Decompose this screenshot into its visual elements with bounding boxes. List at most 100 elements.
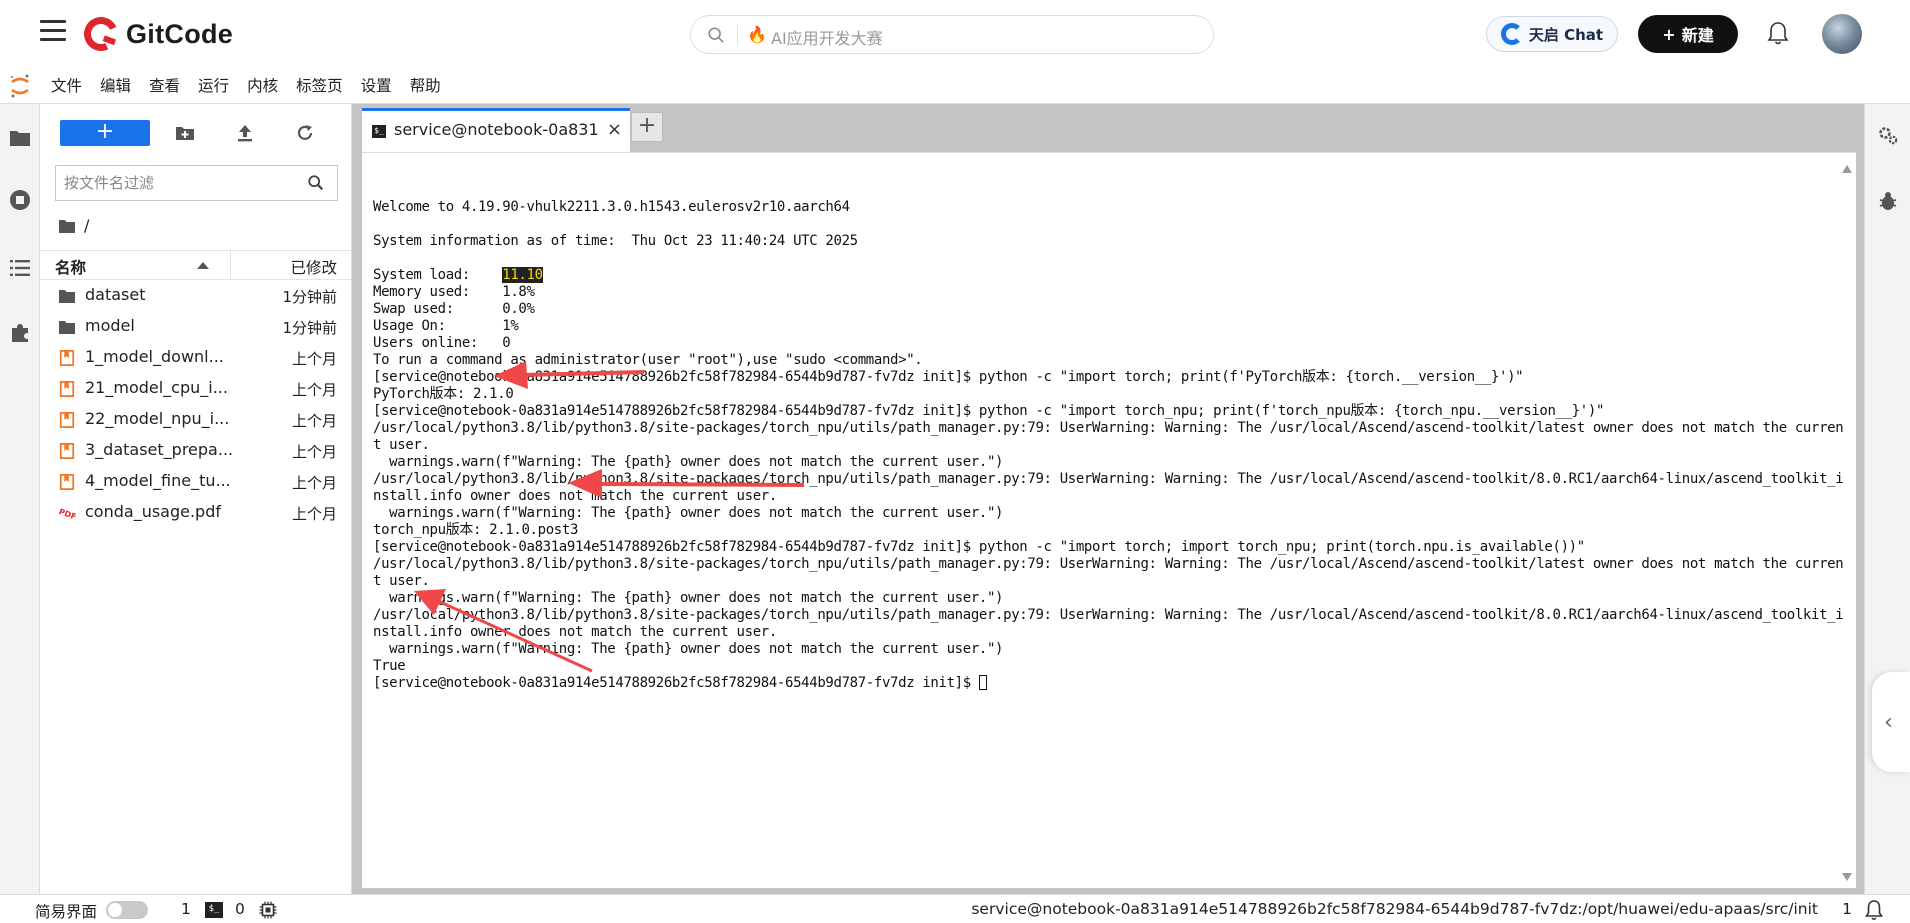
gitcode-logo-mark: [79, 12, 123, 56]
menu-help[interactable]: 帮助: [401, 68, 450, 104]
terminal-warning: /usr/local/python3.8/lib/python3.8/site-…: [373, 556, 1844, 572]
list-item[interactable]: model 1分钟前: [40, 311, 351, 342]
tianqi-chat-button[interactable]: 天启 Chat: [1486, 16, 1618, 52]
hamburger-menu-icon[interactable]: [40, 20, 66, 44]
new-launcher-button[interactable]: +: [60, 120, 150, 146]
terminal-scrollbar[interactable]: [1840, 157, 1854, 885]
terminal-warning: /usr/local/python3.8/lib/python3.8/site-…: [373, 471, 1844, 487]
list-item[interactable]: dataset 1分钟前: [40, 280, 351, 311]
user-avatar[interactable]: [1822, 14, 1862, 54]
menu-edit[interactable]: 编辑: [91, 68, 140, 104]
new-folder-icon[interactable]: [174, 122, 196, 144]
right-activity-bar: [1864, 104, 1910, 894]
file-modified: 上个月: [291, 381, 337, 399]
terminal-icon: $_: [372, 125, 386, 138]
notification-bell-icon[interactable]: [1864, 899, 1884, 921]
file-browser-panel: + / 名称 已修改 dataset 1分钟前 model 1分钟前 1_mod…: [40, 104, 352, 894]
folder-icon: [59, 290, 75, 303]
menu-items: 文件 编辑 查看 运行 内核 标签页 设置 帮助: [42, 68, 450, 104]
scroll-up-arrow-icon[interactable]: [1842, 165, 1852, 173]
file-modified: 上个月: [291, 350, 337, 368]
table-of-contents-icon[interactable]: [8, 256, 32, 280]
file-list: dataset 1分钟前 model 1分钟前 1_model_downl...…: [40, 280, 351, 528]
file-modified: 上个月: [291, 412, 337, 430]
notification-bell-icon[interactable]: [1766, 20, 1790, 46]
menu-file[interactable]: 文件: [42, 68, 91, 104]
refresh-icon[interactable]: [294, 122, 316, 144]
list-item[interactable]: PDF conda_usage.pdf 上个月: [40, 497, 351, 528]
menu-run[interactable]: 运行: [189, 68, 238, 104]
running-terminals-count[interactable]: 1: [181, 900, 191, 918]
site-search-input[interactable]: 🔥 AI应用开发大赛: [690, 15, 1214, 54]
file-name: 1_model_downl...: [85, 347, 224, 366]
left-activity-bar: [0, 104, 40, 894]
list-item[interactable]: 21_model_cpu_i... 上个月: [40, 373, 351, 404]
terminal-warning: nstall.info owner does not match the cur…: [373, 488, 777, 504]
load-label: System load:: [373, 267, 503, 283]
file-name: 4_model_fine_tu...: [85, 471, 231, 490]
close-icon[interactable]: ×: [607, 119, 622, 140]
file-name: model: [85, 316, 135, 335]
property-inspector-gears-icon[interactable]: [1877, 124, 1899, 146]
add-tab-button[interactable]: +: [631, 112, 663, 142]
running-kernels-count[interactable]: 0: [235, 900, 245, 918]
search-icon[interactable]: [307, 174, 325, 192]
search-placeholder: AI应用开发大赛: [771, 29, 883, 48]
list-item[interactable]: 3_dataset_prepa... 上个月: [40, 435, 351, 466]
terminal-output-torch-npu-version: torch_npu版本: 2.1.0.post3: [373, 522, 579, 538]
terminal-command: [service@notebook-0a831a914e514788926b2f…: [373, 369, 1524, 385]
running-sessions-icon[interactable]: [8, 188, 32, 212]
menu-kernel[interactable]: 内核: [238, 68, 287, 104]
collapse-panel-button[interactable]: ‹: [1872, 672, 1910, 772]
file-name: conda_usage.pdf: [85, 502, 221, 521]
list-item[interactable]: 1_model_downl... 上个月: [40, 342, 351, 373]
terminal-output[interactable]: Welcome to 4.19.90-vhulk2211.3.0.h1543.e…: [373, 199, 1844, 692]
gitcode-logo[interactable]: GitCode: [79, 12, 234, 56]
terminal-warning: t user.: [373, 437, 430, 453]
terminal-warning: warnings.warn(f"Warning: The {path} owne…: [373, 454, 1004, 470]
list-item[interactable]: 4_model_fine_tu... 上个月: [40, 466, 351, 497]
terminal-warning: /usr/local/python3.8/lib/python3.8/site-…: [373, 420, 1844, 436]
terminal-warning: warnings.warn(f"Warning: The {path} owne…: [373, 505, 1004, 521]
terminal-line: Swap used: 0.0%: [373, 301, 535, 317]
file-modified: 上个月: [291, 474, 337, 492]
terminal-line: System load: 11.10: [373, 267, 1833, 284]
pdf-file-icon: PDF: [58, 507, 76, 521]
column-modified-header[interactable]: 已修改: [290, 256, 337, 278]
chat-logo-icon: [1500, 23, 1523, 45]
menu-settings[interactable]: 设置: [352, 68, 401, 104]
simple-mode-toggle[interactable]: [106, 901, 148, 919]
terminal-panel[interactable]: Welcome to 4.19.90-vhulk2211.3.0.h1543.e…: [362, 152, 1856, 888]
file-list-header: 名称 已修改: [40, 250, 351, 280]
notebook-icon: [59, 474, 75, 490]
upload-icon[interactable]: [234, 122, 256, 144]
terminal-warning: nstall.info owner does not match the cur…: [373, 624, 777, 640]
terminal-command: [service@notebook-0a831a914e514788926b2f…: [373, 403, 1605, 419]
file-browser-folder-icon[interactable]: [8, 126, 32, 150]
terminal-icon[interactable]: $_: [205, 902, 223, 918]
chat-button-label: 天启 Chat: [1528, 25, 1604, 44]
kernel-status-icon[interactable]: [259, 901, 277, 919]
terminal-line: Usage On: 1%: [373, 318, 519, 334]
terminal-cursor: [978, 675, 987, 690]
extension-puzzle-icon[interactable]: [8, 320, 32, 344]
notification-count[interactable]: 1: [1842, 900, 1852, 918]
column-name-header[interactable]: 名称: [55, 256, 86, 278]
menu-view[interactable]: 查看: [140, 68, 189, 104]
file-name: 21_model_cpu_i...: [85, 378, 228, 397]
list-item[interactable]: 22_model_npu_i... 上个月: [40, 404, 351, 435]
main-dock-area: $_ service@notebook-0a831a × + Welcome t…: [352, 104, 1864, 894]
new-button[interactable]: + 新建: [1638, 15, 1738, 53]
file-filter-input[interactable]: [56, 166, 286, 200]
debugger-bug-icon[interactable]: [1877, 190, 1899, 212]
scroll-down-arrow-icon[interactable]: [1842, 873, 1852, 881]
file-name: 3_dataset_prepa...: [85, 440, 234, 459]
menu-tabs[interactable]: 标签页: [287, 68, 352, 104]
terminal-output-npu-available: True: [373, 658, 406, 674]
tab-terminal[interactable]: $_ service@notebook-0a831a ×: [362, 108, 630, 152]
logo-text: GitCode: [126, 18, 234, 49]
column-separator[interactable]: [230, 251, 231, 279]
breadcrumb[interactable]: /: [58, 216, 89, 235]
svg-text:PDF: PDF: [58, 507, 76, 521]
file-filter-field[interactable]: [55, 165, 338, 201]
